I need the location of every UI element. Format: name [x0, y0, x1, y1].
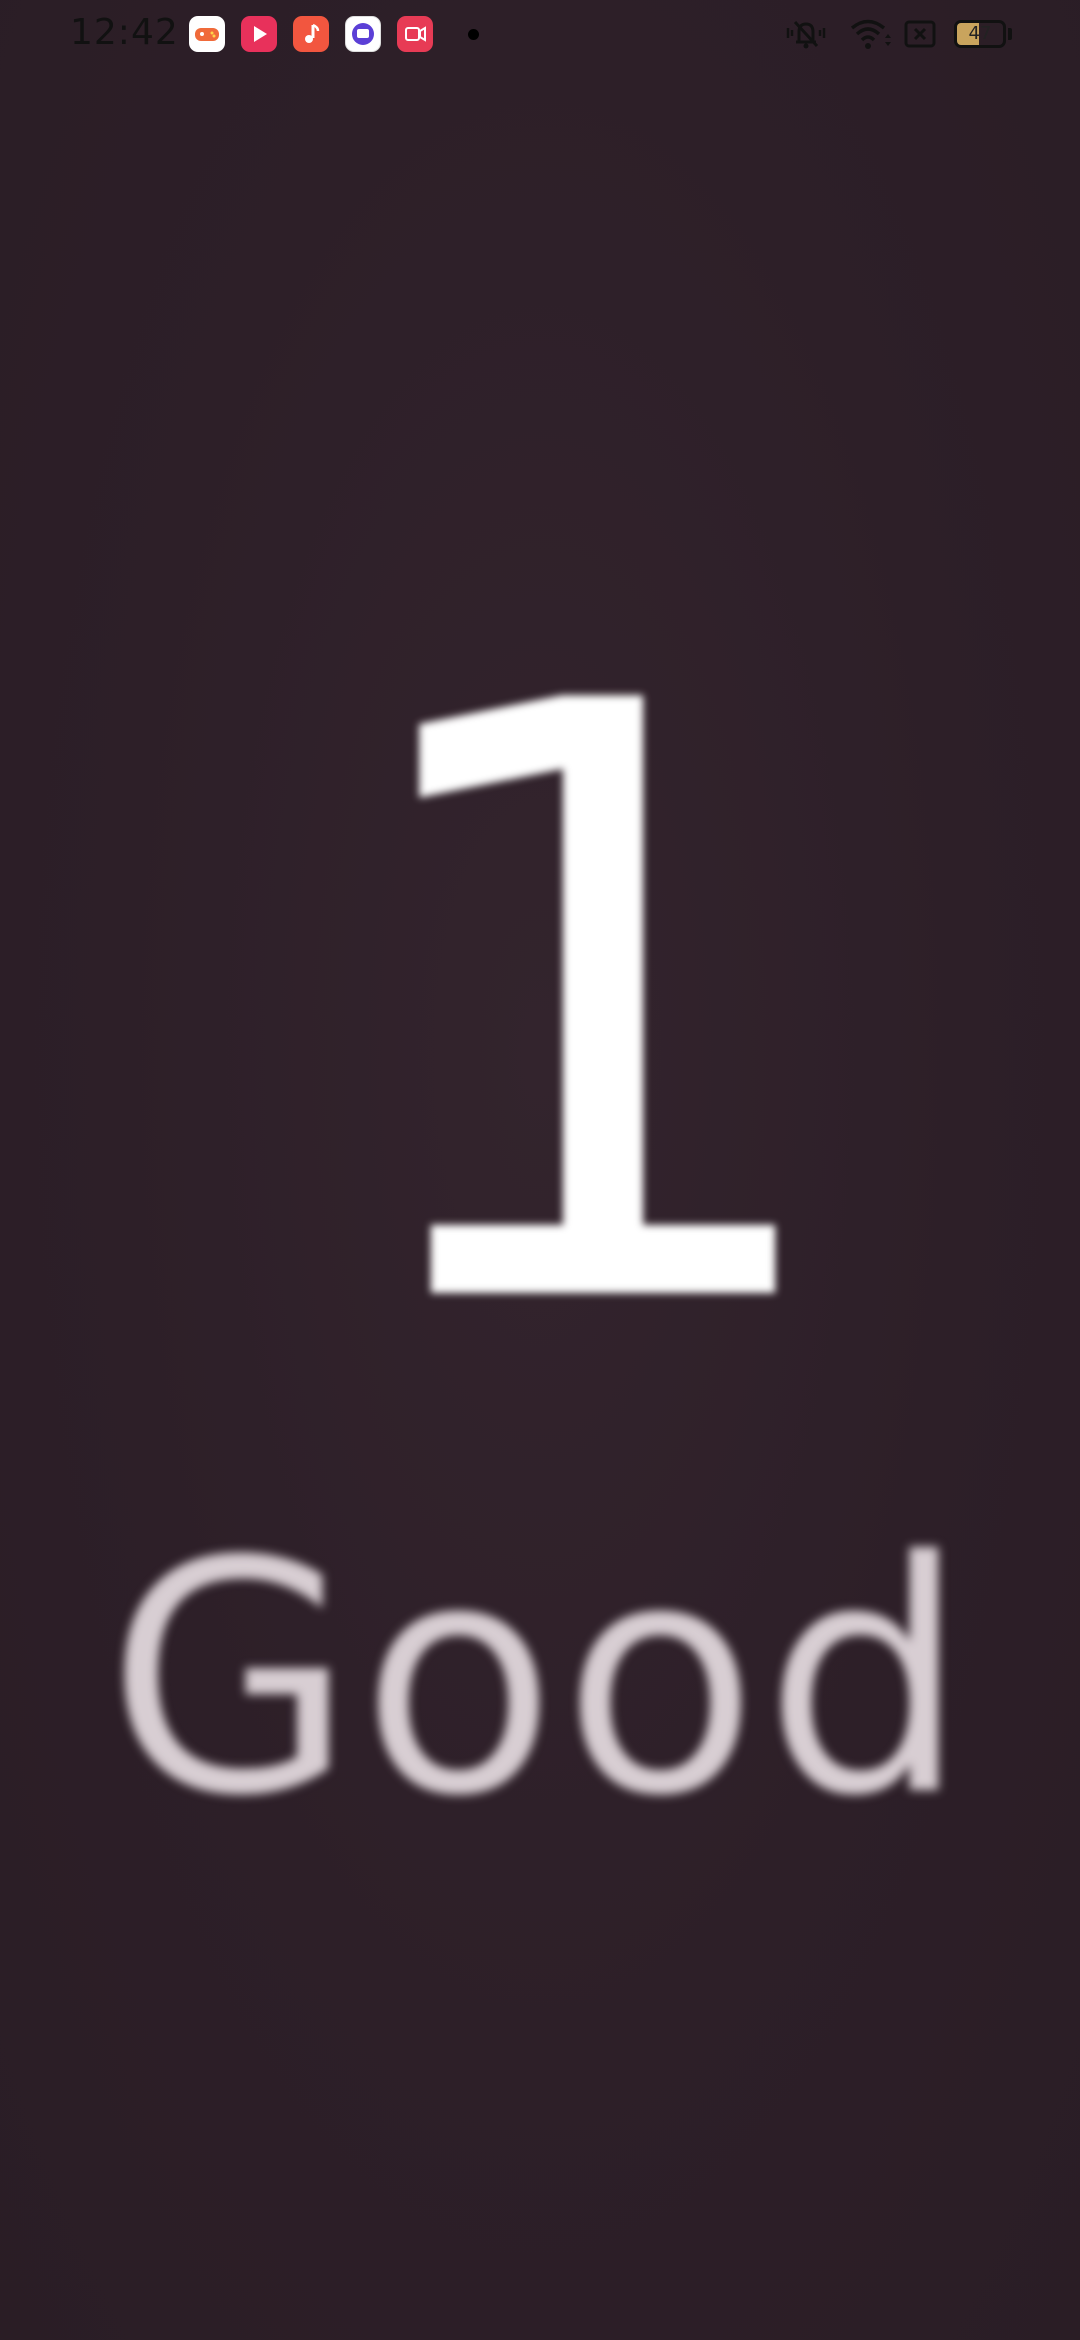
screen-recorder-icon	[397, 16, 433, 52]
music-icon	[293, 16, 329, 52]
game-center-icon	[189, 16, 225, 52]
status-bar: 12:42 47	[0, 0, 1080, 70]
battery-tip	[1008, 28, 1012, 40]
chat-icon	[345, 16, 381, 52]
wifi-icon	[848, 14, 892, 54]
status-time: 12:42	[70, 12, 179, 53]
video-player-icon	[241, 16, 277, 52]
battery-level: 47	[968, 23, 992, 44]
screen: 12:42 47 1 Good	[0, 0, 1080, 2340]
sim-off-icon	[902, 14, 938, 54]
count-display: 1	[329, 533, 851, 1487]
rating-label: Good	[106, 1494, 974, 1866]
more-notifications-dot	[468, 29, 479, 40]
battery-icon: 47	[954, 20, 1006, 48]
silent-mode-icon	[782, 14, 830, 54]
